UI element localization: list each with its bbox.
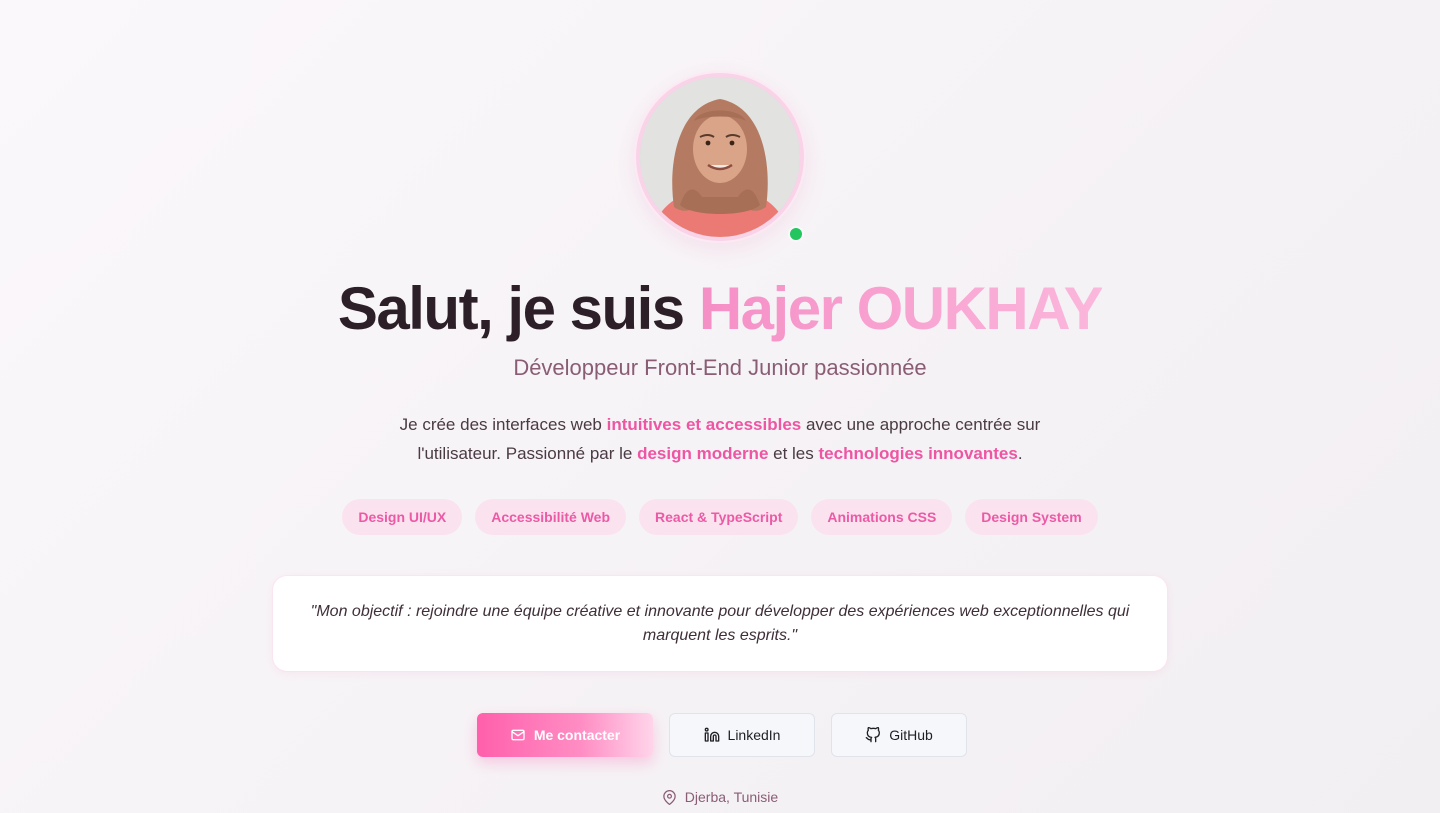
intro-highlight-1: intuitives et accessibles — [606, 415, 802, 434]
github-button[interactable]: GitHub — [831, 713, 967, 757]
action-buttons: Me contacter LinkedIn GitHub — [477, 713, 967, 757]
intro-text-1: Je crée des interfaces web — [399, 415, 607, 434]
hero-intro: Je crée des interfaces web intuitives et… — [370, 410, 1070, 468]
hero-name: Hajer OUKHAY — [698, 275, 1104, 342]
objective-quote: "Mon objectif : rejoindre une équipe cré… — [310, 602, 1130, 644]
intro-highlight-3: technologies innovantes — [818, 444, 1018, 463]
profile-photo — [640, 77, 800, 237]
linkedin-button-label: LinkedIn — [727, 727, 781, 743]
location: Djerba, Tunisie — [0, 789, 1440, 805]
contact-button-label: Me contacter — [533, 727, 621, 743]
hero-subtitle: Développeur Front-End Junior passionnée — [513, 355, 927, 380]
intro-text-4: . — [1017, 444, 1023, 463]
intro-text-3: et les — [768, 444, 819, 463]
mail-icon — [511, 729, 525, 741]
linkedin-icon — [704, 727, 719, 742]
skill-tag: Design System — [965, 499, 1098, 535]
skill-tag: React & TypeScript — [639, 499, 799, 535]
skill-tags: Design UI/UX Accessibilité Web React & T… — [0, 499, 1440, 535]
location-label: Djerba, Tunisie — [684, 789, 779, 805]
intro-highlight-2: design moderne — [637, 444, 769, 463]
skill-tag: Design UI/UX — [342, 499, 463, 535]
contact-button[interactable]: Me contacter — [477, 713, 653, 757]
greeting-text: Salut, je suis — [337, 275, 699, 342]
online-status-dot — [788, 226, 804, 242]
avatar — [636, 73, 804, 241]
github-button-label: GitHub — [889, 727, 933, 743]
page-title: Salut, je suis Hajer OUKHAY — [0, 274, 1440, 343]
portfolio-hero: Salut, je suis Hajer OUKHAY Développeur … — [0, 0, 1440, 813]
avatar-container — [636, 73, 804, 242]
github-icon — [865, 727, 881, 743]
skill-tag: Animations CSS — [811, 499, 953, 535]
map-pin-icon — [663, 789, 676, 805]
linkedin-button[interactable]: LinkedIn — [669, 713, 815, 757]
objective-quote-card: "Mon objectif : rejoindre une équipe cré… — [273, 576, 1167, 671]
skill-tag: Accessibilité Web — [475, 499, 627, 535]
